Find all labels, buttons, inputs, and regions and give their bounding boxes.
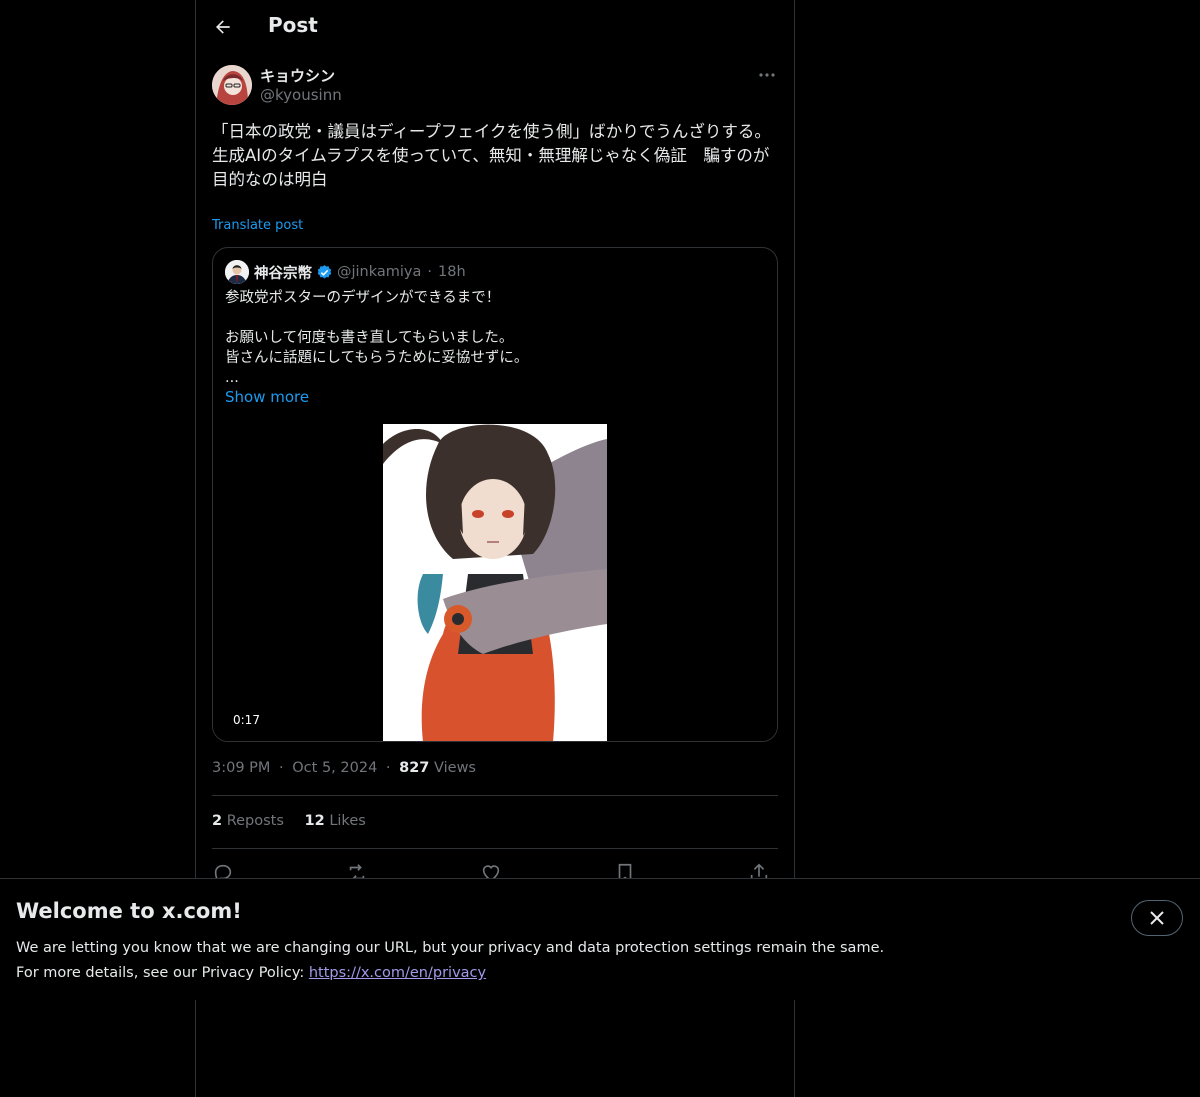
privacy-policy-link[interactable]: https://x.com/en/privacy	[309, 965, 486, 981]
banner-title: Welcome to x.com!	[16, 899, 242, 923]
close-banner-button[interactable]	[1131, 900, 1183, 936]
separator-dot: ·	[279, 760, 284, 776]
video-thumbnail[interactable]	[383, 424, 607, 741]
quoted-post-text: 参政党ポスターのデザインができるまで！ お願いして何度も書き直してもらいました。…	[225, 290, 529, 386]
separator-dot: ·	[385, 760, 391, 776]
quoted-video[interactable]: 0:17	[213, 424, 777, 741]
avatar-image	[212, 65, 252, 105]
banner-line-1: We are letting you know that we are chan…	[16, 940, 885, 956]
quoted-post[interactable]: 神谷宗幣 @jinkamiya · 18h 参政党ポスターのデザインができるまで…	[212, 247, 778, 742]
translate-post-link[interactable]: Translate post	[212, 218, 303, 233]
separator-dot: ·	[427, 264, 433, 280]
page-header: Post	[196, 0, 794, 54]
post-metadata: 3:09 PM · Oct 5, 2024 · 827 Views	[212, 760, 476, 776]
verified-badge-icon	[317, 264, 332, 279]
quoted-handle[interactable]: @jinkamiya	[337, 264, 421, 280]
more-horizontal-icon	[759, 73, 775, 77]
show-more-link[interactable]: Show more	[225, 388, 309, 406]
reposts-stat[interactable]: 2 Reposts	[212, 813, 284, 829]
views-label: Views	[434, 760, 476, 776]
post-time[interactable]: 3:09 PM	[212, 760, 270, 776]
quoted-post-age[interactable]: 18h	[438, 264, 466, 280]
author-display-name[interactable]: キョウシン	[260, 65, 335, 86]
likes-count: 12	[304, 813, 325, 829]
quoted-avatar-image	[225, 260, 249, 284]
likes-stat[interactable]: 12 Likes	[305, 813, 366, 829]
author-handle[interactable]: @kyousinn	[260, 86, 342, 104]
likes-label: Likes	[329, 813, 366, 829]
quoted-display-name[interactable]: 神谷宗幣	[254, 262, 312, 283]
post-date[interactable]: Oct 5, 2024	[292, 760, 377, 776]
close-icon	[1150, 911, 1164, 925]
quoted-avatar[interactable]	[225, 260, 249, 284]
avatar[interactable]	[212, 65, 252, 105]
banner-line-2-text: For more details, see our Privacy Policy…	[16, 965, 309, 981]
divider	[212, 795, 778, 796]
anime-character-image	[383, 424, 607, 741]
arrow-left-icon	[216, 20, 230, 34]
banner-line-2: For more details, see our Privacy Policy…	[16, 961, 884, 986]
quoted-post-header: 神谷宗幣 @jinkamiya · 18h	[225, 260, 466, 284]
banner-body: We are letting you know that we are chan…	[16, 936, 884, 986]
post-text: 「日本の政党・議員はディープフェイクを使う側」ばかりでうんざりする。 生成AIの…	[212, 122, 771, 189]
reposts-count: 2	[212, 813, 223, 829]
post-stats: 2 Reposts 12 Likes	[212, 813, 382, 829]
more-options-button[interactable]	[756, 67, 778, 83]
post-author: キョウシン @kyousinn	[212, 65, 778, 107]
reposts-label: Reposts	[226, 813, 284, 829]
divider	[212, 848, 778, 849]
video-duration: 0:17	[227, 712, 266, 728]
page-title: Post	[268, 13, 318, 37]
welcome-banner: Welcome to x.com! We are letting you kno…	[0, 878, 1200, 1000]
back-button[interactable]	[212, 16, 234, 38]
views-count: 827	[399, 760, 430, 776]
